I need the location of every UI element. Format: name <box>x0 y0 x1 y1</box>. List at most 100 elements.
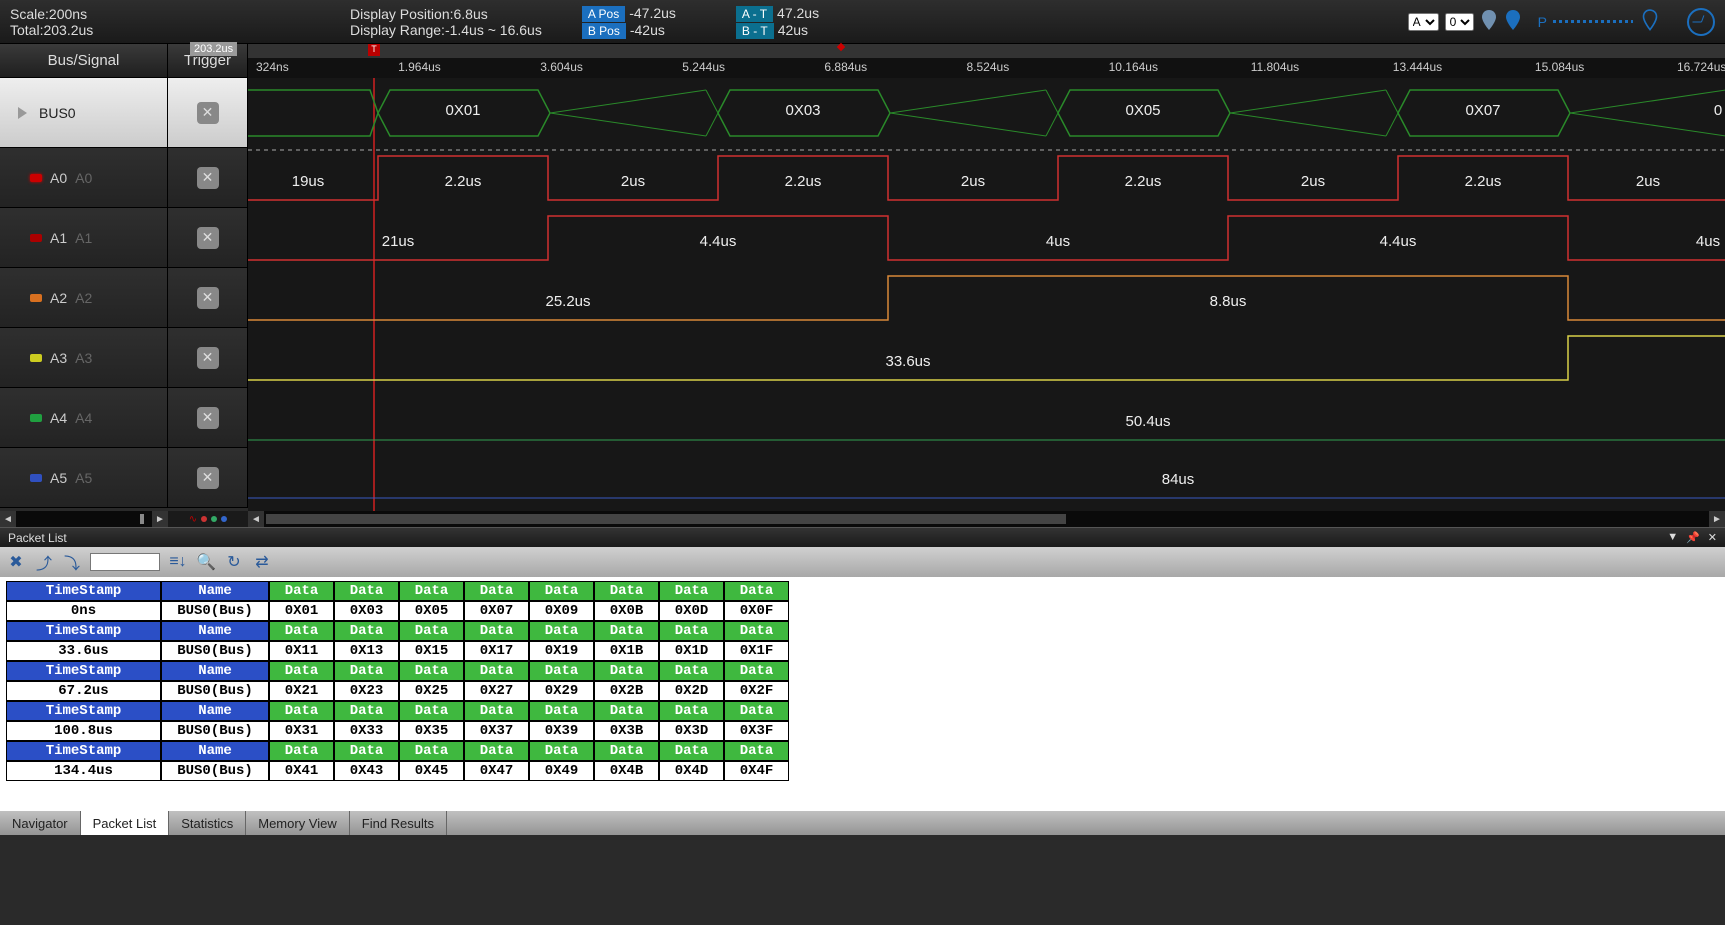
display-range-value: -1.4us ~ 16.6us <box>445 22 542 38</box>
cursor-select-0[interactable]: 0 <box>1445 13 1474 31</box>
ruler-tick-label: 1.964us <box>398 60 441 74</box>
top-info-bar: Scale:200ns Total:203.2us Display Positi… <box>0 0 1725 44</box>
trigger-x-icon[interactable]: ✕ <box>197 407 219 429</box>
packet-header-timestamp: TimeStamp <box>6 701 161 721</box>
packet-data-cell: 0X11 <box>269 641 334 661</box>
display-position-label: Display Position: <box>350 6 454 22</box>
trigger-x-icon[interactable]: ✕ <box>197 287 219 309</box>
tab-memory-view[interactable]: Memory View <box>246 811 350 835</box>
trigger-x-icon[interactable]: ✕ <box>197 227 219 249</box>
led-icon <box>30 174 42 182</box>
trigger-flag[interactable]: T <box>368 44 380 56</box>
packet-header-name: Name <box>161 661 269 681</box>
signal-name-a3[interactable]: A3A3 <box>0 328 168 387</box>
packet-data-cell: 0X23 <box>334 681 399 701</box>
time-ruler[interactable]: 203.2us T 324ns1.964us3.604us5.244us6.88… <box>248 44 1725 77</box>
ruler-tick-label: 6.884us <box>824 60 867 74</box>
packet-header-data: Data <box>464 621 529 641</box>
packet-data-cell: 0X49 <box>529 761 594 781</box>
panel-pin-icon[interactable]: 📌 <box>1686 531 1700 544</box>
header-bus-signal[interactable]: Bus/Signal <box>0 44 168 77</box>
sync-icon[interactable]: ⇄ <box>252 552 272 572</box>
packet-row[interactable]: 134.4usBUS0(Bus)0X410X430X450X470X490X4B… <box>6 761 789 781</box>
list-icon[interactable]: ≡↓ <box>168 552 188 572</box>
find-icon[interactable]: 🔍 <box>196 552 216 572</box>
trigger-cell[interactable]: ✕ <box>168 388 248 447</box>
packet-timestamp: 134.4us <box>6 761 161 781</box>
scroll-right-icon[interactable]: ► <box>152 511 168 527</box>
packet-data-cell: 0X43 <box>334 761 399 781</box>
trigger-x-icon[interactable]: ✕ <box>197 102 219 124</box>
trigger-x-icon[interactable]: ✕ <box>197 167 219 189</box>
led-icon <box>30 234 42 242</box>
packet-header-data: Data <box>399 661 464 681</box>
settings-icon[interactable]: ✖ <box>6 552 26 572</box>
trigger-cell[interactable]: ✕ <box>168 78 248 147</box>
display-range-label: Display Range: <box>350 22 445 38</box>
tab-packet-list[interactable]: Packet List <box>81 811 170 835</box>
trigger-cell[interactable]: ✕ <box>168 328 248 387</box>
waveform-area[interactable]: 0X010X030X050X07019us2.2us2us2.2us2us2.2… <box>248 78 1725 511</box>
signal-name-a5[interactable]: A5A5 <box>0 448 168 507</box>
packet-data-cell: 0X4D <box>659 761 724 781</box>
wave-timing-label: 2.2us <box>1125 173 1162 190</box>
panel-dropdown-icon[interactable]: ▼ <box>1667 531 1678 544</box>
search-input[interactable] <box>90 553 160 571</box>
packet-data-cell: 0X3B <box>594 721 659 741</box>
trigger-cell[interactable]: ✕ <box>168 268 248 327</box>
wave-mode-icon[interactable]: ∿ <box>189 514 197 525</box>
signal-name-a0[interactable]: A0A0 <box>0 148 168 207</box>
export-icon[interactable]: ⤴ <box>34 552 54 572</box>
dot-blue-icon[interactable] <box>221 516 227 522</box>
packet-data-cell: 0X03 <box>334 601 399 621</box>
cursor-select-a[interactable]: A <box>1408 13 1439 31</box>
trigger-x-icon[interactable]: ✕ <box>197 467 219 489</box>
packet-data-cell: 0X4F <box>724 761 789 781</box>
tab-find-results[interactable]: Find Results <box>350 811 447 835</box>
packet-row[interactable]: 0nsBUS0(Bus)0X010X030X050X070X090X0B0X0D… <box>6 601 789 621</box>
tab-navigator[interactable]: Navigator <box>0 811 81 835</box>
wave-timing-label: 21us <box>382 233 415 250</box>
packet-row[interactable]: 33.6usBUS0(Bus)0X110X130X150X170X190X1B0… <box>6 641 789 661</box>
dot-green-icon[interactable] <box>211 516 217 522</box>
packet-data-cell: 0X25 <box>399 681 464 701</box>
packet-list-area[interactable]: TimeStampNameDataDataDataDataDataDataDat… <box>0 577 1725 811</box>
signal-name-a4[interactable]: A4A4 <box>0 388 168 447</box>
refresh-icon[interactable]: ↻ <box>224 552 244 572</box>
packet-row[interactable]: 100.8usBUS0(Bus)0X310X330X350X370X390X3B… <box>6 721 789 741</box>
packet-row[interactable]: 67.2usBUS0(Bus)0X210X230X250X270X290X2B0… <box>6 681 789 701</box>
cursor-marker[interactable] <box>837 43 845 51</box>
packet-header-timestamp: TimeStamp <box>6 621 161 641</box>
scroll-left-icon[interactable]: ◄ <box>0 511 16 527</box>
packet-data-cell: 0X19 <box>529 641 594 661</box>
wave-timing-label: 2us <box>621 173 645 190</box>
signal-name-a2[interactable]: A2A2 <box>0 268 168 327</box>
pin-outline-icon[interactable] <box>1639 9 1661 35</box>
panel-close-icon[interactable]: ✕ <box>1708 531 1717 544</box>
packet-header-data: Data <box>269 661 334 681</box>
waveform-scrollbar[interactable]: ◄ ► <box>248 511 1725 527</box>
packet-list-title: Packet List <box>8 531 67 545</box>
marker-pin-icon[interactable] <box>1480 10 1498 34</box>
trigger-cell[interactable]: ✕ <box>168 148 248 207</box>
packet-header-data: Data <box>659 621 724 641</box>
packet-header-data: Data <box>529 661 594 681</box>
signal-name-bus0[interactable]: BUS0 <box>0 78 168 147</box>
wave-timing-label: 2us <box>1636 173 1660 190</box>
signal-name-a1[interactable]: A1A1 <box>0 208 168 267</box>
trigger-cell[interactable]: ✕ <box>168 208 248 267</box>
packet-header-name: Name <box>161 741 269 761</box>
tab-statistics[interactable]: Statistics <box>169 811 246 835</box>
b-pos-badge: B Pos <box>582 23 626 39</box>
trigger-cell[interactable]: ✕ <box>168 448 248 507</box>
marker-pin-active-icon[interactable] <box>1504 10 1522 34</box>
wave-timing-label: 25.2us <box>545 293 590 310</box>
import-icon[interactable]: ⤵ <box>62 552 82 572</box>
clock-icon[interactable] <box>1687 8 1715 36</box>
a-pos-badge: A Pos <box>582 6 625 22</box>
packet-toolbar: ✖ ⤴ ⤵ ≡↓ 🔍 ↻ ⇄ <box>0 547 1725 577</box>
packet-header-timestamp: TimeStamp <box>6 581 161 601</box>
dot-red-icon[interactable] <box>201 516 207 522</box>
b-t-badge: B - T <box>736 23 774 39</box>
trigger-x-icon[interactable]: ✕ <box>197 347 219 369</box>
